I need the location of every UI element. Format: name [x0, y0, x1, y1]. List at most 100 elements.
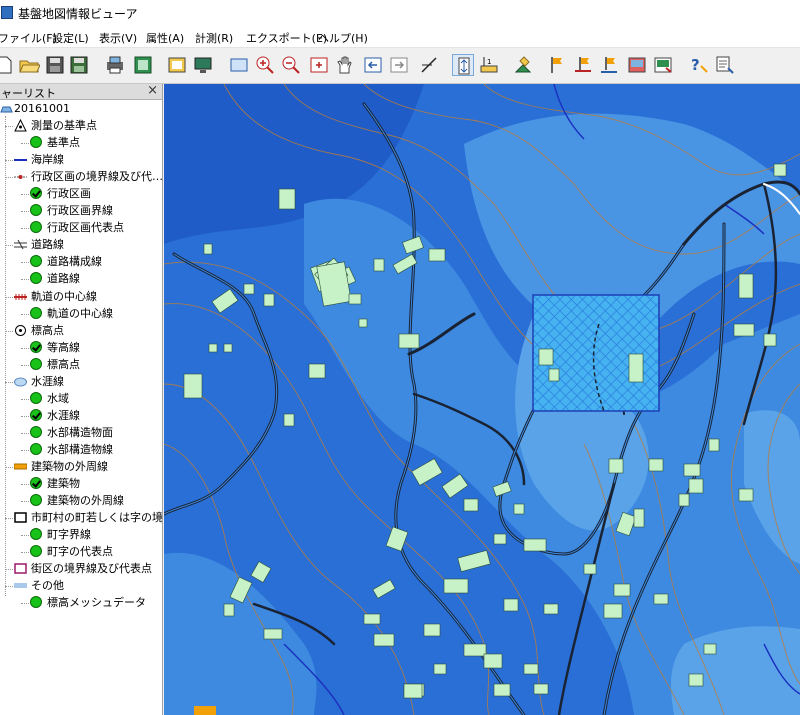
layer-item-label: 町字界線	[47, 528, 91, 541]
layer-item-label: 建築物の外周線	[31, 460, 108, 473]
layer-panel-header: ャーリスト ×	[0, 84, 162, 100]
zoom-in-icon[interactable]	[254, 54, 276, 76]
layer-item-label: 水涯線	[47, 409, 80, 422]
layer-item-label: 測量の基準点	[31, 119, 97, 132]
town-boundary-icon	[14, 512, 27, 523]
height-measure-icon[interactable]: 1	[478, 54, 500, 76]
layer-item[interactable]: 水涯線	[30, 407, 80, 424]
map-marker	[194, 706, 216, 715]
print-icon[interactable]	[104, 54, 126, 76]
layer-item-label: 水部構造物面	[47, 426, 113, 439]
menu-file[interactable]: ファイル(F)	[0, 30, 57, 46]
window-title: 基盤地図情報ビューア	[18, 7, 138, 21]
railway-icon	[14, 294, 27, 300]
visible-circle-icon[interactable]	[30, 272, 42, 284]
layer-item-label: 道路線	[47, 272, 80, 285]
menu-export[interactable]: エクスポート(E)	[246, 30, 327, 46]
menu-bar: ファイル(F) 設定(L) 表示(V) 属性(A) 計測(R) エクスポート(E…	[0, 26, 800, 48]
visible-circle-icon[interactable]	[30, 596, 42, 608]
building-outline-icon	[14, 463, 27, 470]
select-rectangle-icon[interactable]	[228, 54, 250, 76]
export-image-icon[interactable]	[626, 54, 648, 76]
flag-icon[interactable]	[546, 54, 568, 76]
save-as-icon[interactable]	[68, 54, 90, 76]
tree-connector	[5, 126, 13, 127]
visible-circle-icon[interactable]	[30, 358, 42, 370]
waterline-icon	[14, 377, 27, 387]
close-icon[interactable]: ×	[147, 84, 158, 98]
flag-line-icon[interactable]	[598, 54, 620, 76]
export-data-icon[interactable]	[652, 54, 674, 76]
svg-text:1: 1	[487, 58, 491, 66]
help-icon[interactable]: ?	[688, 54, 710, 76]
elevation-marker-icon[interactable]	[512, 54, 534, 76]
visible-circle-icon[interactable]	[30, 221, 42, 233]
back-icon[interactable]	[362, 54, 384, 76]
layer-item[interactable]: 建築物	[30, 475, 80, 492]
title-bar: 基盤地図情報ビューア	[0, 0, 800, 26]
layer-item-label: 行政区画界線	[47, 204, 113, 217]
vertical-scale-icon[interactable]	[452, 54, 474, 76]
layer-icon[interactable]	[132, 54, 154, 76]
tree-connector	[21, 535, 29, 536]
tree-connector	[5, 331, 13, 332]
layer-item[interactable]: 行政区画	[30, 185, 91, 202]
layer-item[interactable]: 等高線	[30, 339, 80, 356]
visible-circle-icon[interactable]	[30, 136, 42, 148]
layer-item-label: 行政区画	[47, 187, 91, 200]
visible-circle-icon[interactable]	[30, 307, 42, 319]
open-folder-icon[interactable]	[18, 54, 40, 76]
monitor-icon[interactable]	[192, 54, 214, 76]
menu-settings[interactable]: 設定(L)	[52, 30, 89, 46]
visible-circle-icon[interactable]	[30, 443, 42, 455]
menu-attribute[interactable]: 属性(A)	[146, 30, 184, 46]
forward-icon[interactable]	[388, 54, 410, 76]
layer-item-label: 市町村の町若しくは字の境…	[31, 511, 163, 524]
zoom-area-icon[interactable]	[308, 54, 330, 76]
print-preview-icon[interactable]	[166, 54, 188, 76]
visible-check-icon[interactable]	[30, 477, 42, 489]
visible-circle-icon[interactable]	[30, 494, 42, 506]
flag-base-icon[interactable]	[572, 54, 594, 76]
tree-connector	[21, 484, 29, 485]
menu-view[interactable]: 表示(V)	[99, 30, 137, 46]
tree-connector	[21, 365, 29, 366]
layer-item-label: 道路線	[31, 238, 64, 251]
info-icon[interactable]	[714, 54, 736, 76]
tree-connector	[21, 501, 29, 502]
visible-check-icon[interactable]	[30, 341, 42, 353]
tree-connector	[5, 160, 13, 161]
visible-circle-icon[interactable]	[30, 255, 42, 267]
tree-connector	[21, 552, 29, 553]
layer-item-label: 等高線	[47, 341, 80, 354]
tree-connector	[5, 518, 13, 519]
menu-measure[interactable]: 計測(R)	[195, 30, 233, 46]
tree-connector	[21, 399, 29, 400]
tree-connector	[5, 467, 13, 468]
visible-check-icon[interactable]	[30, 409, 42, 421]
tree-connector	[21, 211, 29, 212]
pan-hand-icon[interactable]	[334, 54, 356, 76]
visible-circle-icon[interactable]	[30, 204, 42, 216]
save-icon[interactable]	[44, 54, 66, 76]
new-file-icon[interactable]	[0, 54, 16, 76]
map-svg[interactable]	[164, 84, 800, 715]
tree-connector	[21, 603, 29, 604]
visible-circle-icon[interactable]	[30, 392, 42, 404]
tree-connector	[5, 382, 13, 383]
visible-circle-icon[interactable]	[30, 426, 42, 438]
menu-help[interactable]: ヘルプ(H)	[318, 30, 368, 46]
layer-item-label: 道路構成線	[47, 255, 102, 268]
visible-circle-icon[interactable]	[30, 528, 42, 540]
visible-circle-icon[interactable]	[30, 545, 42, 557]
layer-item-label: 街区の境界線及び代表点	[31, 562, 152, 575]
map-canvas[interactable]	[164, 84, 800, 715]
survey-point-icon	[14, 119, 27, 132]
coastline-icon	[14, 159, 27, 161]
zoom-out-icon[interactable]	[280, 54, 302, 76]
tree-connector	[21, 143, 29, 144]
visible-check-icon[interactable]	[30, 187, 42, 199]
slope-icon[interactable]	[418, 54, 440, 76]
block-boundary-icon	[14, 563, 27, 574]
tree-connector	[21, 450, 29, 451]
